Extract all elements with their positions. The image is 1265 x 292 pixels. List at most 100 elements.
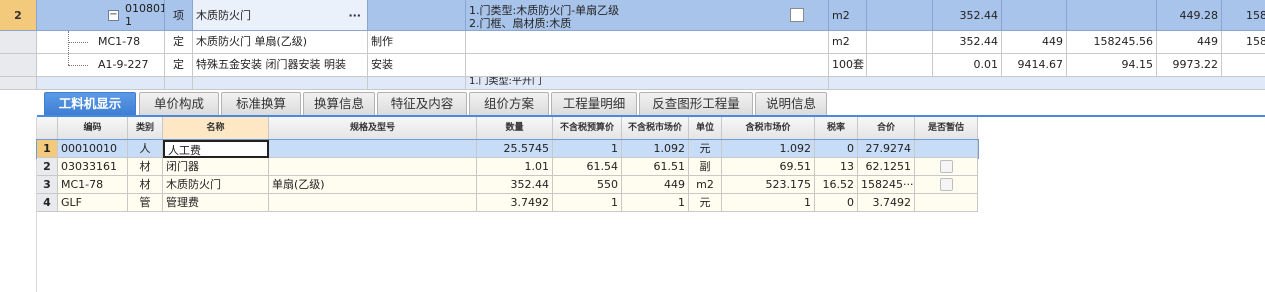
pretax-market-cell[interactable]: 1 [622,194,689,212]
taxed-market-cell[interactable]: 523.175 [722,176,815,194]
taxed-market-cell[interactable]: 69.51 [722,158,815,176]
pretax-budget-cell[interactable]: 550 [553,176,622,194]
type-cell: 项 [165,0,193,31]
header-is-provisional[interactable]: 是否暂估 [915,117,978,140]
unit-cell[interactable]: 元 [689,140,722,158]
name-cell[interactable]: 木质防火门 ··· [193,0,368,31]
qty-cell[interactable]: 3.7492 [477,194,553,212]
name-cell[interactable]: 管理费 [163,194,269,212]
tab-labor-material-machine[interactable]: 工料机显示 [44,92,136,115]
total-cell: 62.1251 [858,158,915,176]
spec-cell[interactable] [269,140,477,158]
category-cell[interactable]: 材 [128,176,163,194]
unit-price-cell [1002,0,1067,31]
provisional-cell[interactable] [915,140,978,158]
provisional-checkbox[interactable] [940,178,953,191]
name-edit-input[interactable]: 人工费 [163,140,269,158]
header-pretax-budget[interactable]: 不含税预算价 [553,117,622,140]
category-cell[interactable]: 管 [128,194,163,212]
header-unit[interactable]: 单位 [689,117,722,140]
code-text: A1-9-227 [98,58,149,71]
resource-row-selected[interactable]: 1 00010010 人 人工费 25.5745 1 1.092 元 1.092… [36,139,979,159]
more-icon[interactable]: ··· [348,0,361,30]
provisional-cell[interactable] [915,176,978,194]
work-cell: 安装 [368,54,466,77]
header-category[interactable]: 类别 [128,117,163,140]
tax-rate-cell[interactable]: 13 [815,158,858,176]
resource-row[interactable]: 2 03033161 材 闭门器 1.01 61.54 61.51 副 69.5… [37,158,978,176]
category-cell[interactable]: 材 [128,158,163,176]
name-cell[interactable]: 闭门器 [163,158,269,176]
code-cell[interactable]: 03033161 [58,158,128,176]
spec-cell[interactable]: 单扇(乙级) [269,176,477,194]
feature-cell: 1.门类型:木质防火门-单扇乙级 2.门框、扇材质:木质 [466,0,829,31]
header-tax-rate[interactable]: 税率 [815,117,858,140]
code-cell[interactable]: 00010010 [58,140,128,158]
header-spec[interactable]: 规格及型号 [269,117,477,140]
pretax-market-cell[interactable]: 61.51 [622,158,689,176]
tab-standard-conversion[interactable]: 标准换算 [221,92,301,115]
resource-row[interactable]: 3 MC1-78 材 木质防火门 单扇(乙级) 352.44 550 449 m… [37,176,978,194]
unit-cell[interactable]: 副 [689,158,722,176]
code-cell[interactable]: − 01080100400 1 [37,0,165,31]
tree-line [68,54,69,65]
tab-unit-price-composition[interactable]: 单价构成 [139,92,219,115]
name-cell[interactable]: 木质防火门 [163,176,269,194]
collapse-icon[interactable]: − [108,10,119,21]
tax-rate-cell[interactable]: 0 [815,140,858,158]
header-pretax-market[interactable]: 不含税市场价 [622,117,689,140]
name-cell[interactable]: 特殊五金安装 闭门器安装 明装 [193,54,368,77]
pretax-market-cell[interactable]: 1.092 [622,140,689,158]
tax-rate-cell[interactable]: 0 [815,194,858,212]
code-text: MC1-78 [98,35,141,48]
tab-reverse-graphic-quantity[interactable]: 反查图形工程量 [639,92,753,115]
category-cell[interactable]: 人 [128,140,163,158]
tax-rate-cell[interactable]: 16.52 [815,176,858,194]
name-cell [193,77,368,90]
unit-cell: m2 [829,0,867,31]
unit-price-cell: 9414.67 [1002,54,1067,77]
code-cell[interactable]: A1-9-227 [37,54,165,77]
code-cell[interactable]: GLF [58,194,128,212]
spec-cell[interactable] [269,194,477,212]
unit-cell[interactable]: 元 [689,194,722,212]
spec-cell[interactable] [269,158,477,176]
header-total[interactable]: 合价 [858,117,915,140]
upper-row-selected[interactable]: 2 − 01080100400 1 项 木质防火门 ··· 1.门类型:木质防火… [0,0,1265,31]
pretax-budget-cell[interactable]: 1 [553,140,622,158]
tab-pricing-scheme[interactable]: 组价方案 [469,92,549,115]
qty-cell: 352.44 [933,0,1002,31]
resource-row[interactable]: 4 GLF 管 管理费 3.7492 1 1 元 1 0 3.7492 [37,194,978,212]
name-cell[interactable]: 木质防火门 单扇(乙级) [193,31,368,54]
qty-cell[interactable]: 352.44 [477,176,553,194]
qty-cell[interactable]: 1.01 [477,158,553,176]
feature-cell: 1.门类型:平开门 [466,77,829,90]
provisional-cell[interactable] [915,194,978,212]
header-name[interactable]: 名称 [163,117,269,140]
upper-row[interactable]: MC1-78 定 木质防火门 单扇(乙级) 制作 m2 352.44 449 1… [0,31,1265,54]
taxed-market-cell[interactable]: 1.092 [722,140,815,158]
qty-cell[interactable]: 25.5745 [477,140,553,158]
pretax-budget-cell[interactable]: 61.54 [553,158,622,176]
header-taxed-market[interactable]: 含税市场价 [722,117,815,140]
pretax-budget-cell[interactable]: 1 [553,194,622,212]
tail-cell: 158 [1222,31,1265,54]
checkbox[interactable] [790,8,804,22]
code-cell[interactable]: MC1-78 [58,176,128,194]
tab-description[interactable]: 说明信息 [755,92,827,115]
header-code[interactable]: 编码 [58,117,128,140]
tab-features-content[interactable]: 特征及内容 [377,92,467,115]
provisional-cell[interactable] [915,158,978,176]
qty-cell: 0.01 [933,54,1002,77]
code-cell[interactable]: MC1-78 [37,31,165,54]
unit-cell[interactable]: m2 [689,176,722,194]
tab-quantity-detail[interactable]: 工程量明细 [551,92,637,115]
provisional-checkbox[interactable] [940,160,953,173]
tab-conversion-info[interactable]: 换算信息 [303,92,375,115]
tail-cell [1222,54,1265,77]
upper-row-partial[interactable]: 01080100100 1.门类型:平开门 [0,77,1265,90]
taxed-market-cell[interactable]: 1 [722,194,815,212]
upper-row[interactable]: A1-9-227 定 特殊五金安装 闭门器安装 明装 安装 100套 0.01 … [0,54,1265,77]
header-qty[interactable]: 数量 [477,117,553,140]
pretax-market-cell[interactable]: 449 [622,176,689,194]
